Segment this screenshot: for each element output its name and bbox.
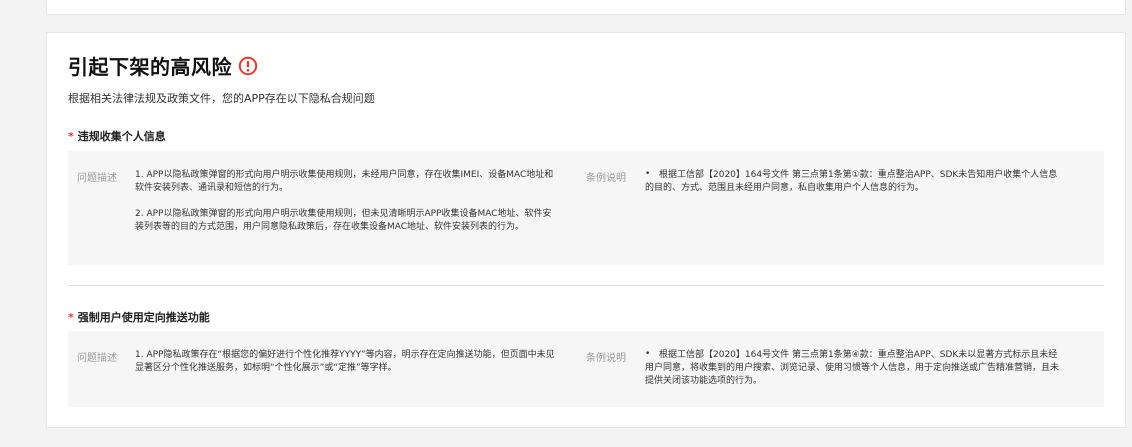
section-heading: * 违规收集个人信息	[68, 128, 166, 144]
high-risk-card: 引起下架的高风险 根据相关法律法规及政策文件，您的APP存在以下隐私合规问题 *…	[46, 32, 1126, 428]
rule-text: 根据工信部【2020】164号文件 第三点第1条第①款：重点整治APP、SDK未…	[645, 170, 1058, 193]
section-title: 强制用户使用定向推送功能	[77, 311, 210, 324]
issue-box: 问题描述 1. APP以隐私政策弹窗的形式向用户明示收集使用规则，未经用户同意，…	[68, 151, 1104, 265]
problem-text: 1. APP以隐私政策弹窗的形式向用户明示收集使用规则，未经用户同意，存在收集I…	[135, 170, 554, 193]
exclamation-circle-icon	[238, 56, 258, 75]
previous-card	[46, 0, 1126, 15]
section-title: 违规收集个人信息	[77, 130, 166, 143]
problem-text: 2. APP以隐私政策弹窗的形式向用户明示收集使用规则，但未见清晰明示APP收集…	[135, 209, 552, 232]
title-row: 引起下架的高风险	[68, 51, 258, 80]
rule-label: 条例说明	[586, 173, 626, 184]
required-star: *	[68, 130, 74, 143]
rule-label: 条例说明	[586, 353, 626, 364]
problem-label: 问题描述	[77, 353, 117, 364]
required-star: *	[68, 311, 74, 324]
subtitle: 根据相关法律法规及政策文件，您的APP存在以下隐私合规问题	[68, 92, 375, 105]
problem-text: 1. APP隐私政策存在“根据您的偏好进行个性化推荐YYYY”等内容，明示存在定…	[135, 350, 555, 373]
issue-box: 问题描述 1. APP隐私政策存在“根据您的偏好进行个性化推荐YYYY”等内容，…	[68, 331, 1104, 407]
section-heading: * 强制用户使用定向推送功能	[68, 309, 210, 325]
rule-text: 根据工信部【2020】164号文件 第三点第1条第④款：重点整治APP、SDK未…	[645, 350, 1060, 386]
page-title: 引起下架的高风险	[68, 55, 232, 79]
problem-label: 问题描述	[77, 173, 117, 184]
section-divider	[68, 285, 1104, 286]
